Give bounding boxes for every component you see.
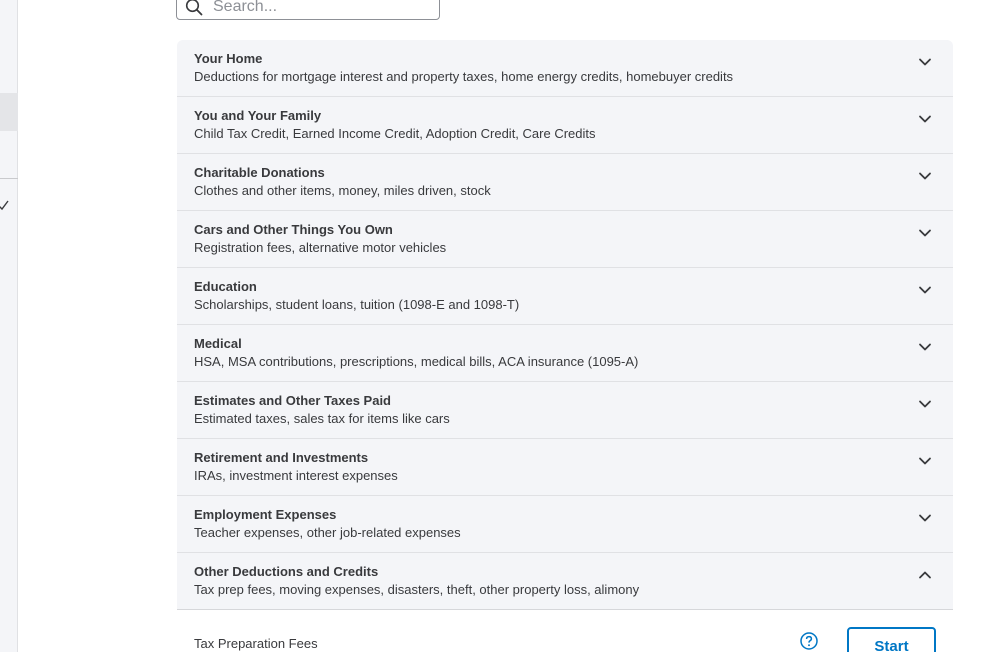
page: Your Home Deductions for mortgage interes… bbox=[0, 0, 999, 652]
category-description: Registration fees, alternative motor veh… bbox=[194, 240, 447, 255]
help-circle-icon[interactable] bbox=[800, 632, 818, 650]
category-row[interactable]: Charitable Donations Clothes and other it… bbox=[177, 154, 953, 211]
category-row[interactable]: Education Scholarships, student loans, tu… bbox=[177, 268, 953, 325]
category-title: Retirement and Investments bbox=[194, 450, 369, 465]
sidebar-selected-item[interactable] bbox=[0, 93, 18, 131]
search-box[interactable] bbox=[176, 0, 440, 20]
category-description: Deductions for mortgage interest and pro… bbox=[194, 69, 734, 84]
search-input[interactable] bbox=[211, 0, 425, 17]
category-row[interactable]: Cars and Other Things You Own Registratio… bbox=[177, 211, 953, 268]
category-title: Employment Expenses bbox=[194, 507, 337, 522]
check-icon bbox=[0, 200, 9, 211]
chevron-down-icon[interactable] bbox=[918, 283, 932, 297]
chevron-down-icon[interactable] bbox=[918, 340, 932, 354]
category-description: Estimated taxes, sales tax for items lik… bbox=[194, 411, 450, 426]
category-title: Estimates and Other Taxes Paid bbox=[194, 393, 391, 408]
category-title: Your Home bbox=[194, 51, 263, 66]
chevron-down-icon[interactable] bbox=[918, 55, 932, 69]
category-row[interactable]: Retirement and Investments IRAs, investme… bbox=[177, 439, 953, 496]
category-description: HSA, MSA contributions, prescriptions, m… bbox=[194, 354, 639, 369]
category-row[interactable]: Your Home Deductions for mortgage interes… bbox=[177, 40, 953, 97]
category-title: Medical bbox=[194, 336, 242, 351]
chevron-down-icon[interactable] bbox=[918, 397, 932, 411]
category-description: Child Tax Credit, Earned Income Credit, … bbox=[194, 126, 596, 141]
chevron-down-icon[interactable] bbox=[918, 169, 932, 183]
category-title: Other Deductions and Credits bbox=[194, 564, 379, 579]
chevron-up-icon[interactable] bbox=[918, 568, 932, 582]
category-title: Education bbox=[194, 279, 257, 294]
category-title: You and Your Family bbox=[194, 108, 322, 123]
category-row[interactable]: Employment Expenses Teacher expenses, oth… bbox=[177, 496, 953, 553]
category-row[interactable]: Estimates and Other Taxes Paid Estimated … bbox=[177, 382, 953, 439]
start-button[interactable]: Start bbox=[847, 627, 936, 652]
category-description: Scholarships, student loans, tuition (10… bbox=[194, 297, 520, 312]
sidebar-divider bbox=[0, 178, 18, 179]
category-title: Cars and Other Things You Own bbox=[194, 222, 393, 237]
sidebar bbox=[0, 0, 18, 652]
category-description: Teacher expenses, other job-related expe… bbox=[194, 525, 461, 540]
category-description: IRAs, investment interest expenses bbox=[194, 468, 398, 483]
category-row[interactable]: You and Your Family Child Tax Credit, Ear… bbox=[177, 97, 953, 154]
category-row[interactable]: Medical HSA, MSA contributions, prescript… bbox=[177, 325, 953, 382]
category-title: Charitable Donations bbox=[194, 165, 325, 180]
chevron-down-icon[interactable] bbox=[918, 226, 932, 240]
category-description: Clothes and other items, money, miles dr… bbox=[194, 183, 491, 198]
chevron-down-icon[interactable] bbox=[918, 112, 932, 126]
category-description: Tax prep fees, moving expenses, disaster… bbox=[194, 582, 640, 597]
category-row[interactable]: Other Deductions and Credits Tax prep fee… bbox=[177, 553, 953, 610]
deduction-category-list: Your Home Deductions for mortgage interes… bbox=[177, 40, 953, 610]
chevron-down-icon[interactable] bbox=[918, 454, 932, 468]
search-icon bbox=[185, 0, 203, 16]
tax-preparation-fees-label: Tax Preparation Fees bbox=[194, 636, 318, 651]
chevron-down-icon[interactable] bbox=[918, 511, 932, 525]
